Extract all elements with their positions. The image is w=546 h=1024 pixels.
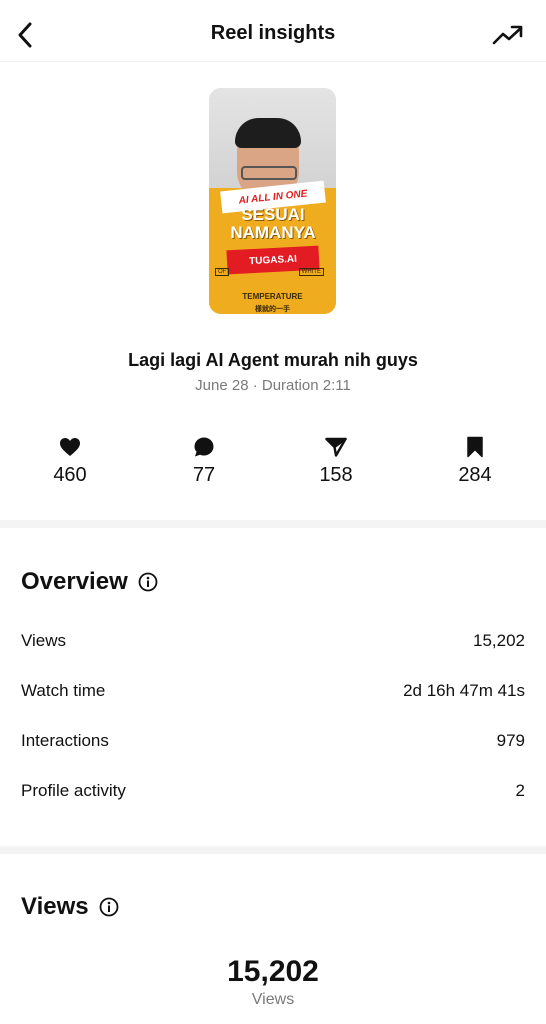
- overview-row-watch-time[interactable]: Watch time 2d 16h 47m 41s: [21, 679, 525, 703]
- thumbnail-banner-big: SESUAI NAMANYA: [230, 205, 316, 242]
- thumbnail-shirt-text-2: 樣就的一手: [255, 306, 290, 313]
- views-total: 15,202: [227, 955, 319, 988]
- shares-stat: 158: [291, 436, 381, 487]
- send-icon: [325, 437, 347, 457]
- thumbnail-shirt-right: WHITE: [298, 268, 324, 276]
- row-value: 15,202: [473, 631, 525, 650]
- overview-row-views[interactable]: Views 15,202: [21, 629, 525, 653]
- bookmark-icon: [467, 436, 483, 458]
- page-title: Reel insights: [210, 22, 336, 44]
- thumbnail-glasses: [241, 166, 297, 180]
- shares-count: 158: [319, 464, 353, 486]
- info-icon[interactable]: [99, 897, 119, 917]
- heart-icon: [60, 438, 80, 456]
- comments-count: 77: [192, 464, 216, 486]
- reel-meta: June 28 · Duration 2:11: [195, 377, 351, 394]
- row-label: Profile activity: [21, 781, 126, 800]
- thumbnail-hair: [235, 118, 301, 148]
- trend-button[interactable]: [490, 20, 526, 50]
- views-title: Views: [21, 893, 89, 920]
- views-total-label: Views: [251, 991, 295, 1008]
- section-divider: [0, 520, 546, 528]
- info-icon[interactable]: [138, 572, 158, 592]
- trending-up-icon: [492, 25, 523, 45]
- row-value: 2d 16h 47m 41s: [403, 681, 525, 700]
- row-value: 979: [496, 731, 525, 750]
- top-bar: Reel insights: [0, 0, 546, 62]
- row-label: Views: [21, 631, 67, 650]
- likes-stat: 460: [25, 436, 115, 487]
- overview-row-interactions[interactable]: Interactions 979: [21, 729, 525, 753]
- row-label: Interactions: [21, 731, 109, 750]
- comment-icon: [194, 437, 214, 457]
- saves-count: 284: [458, 464, 492, 486]
- saves-stat: 284: [430, 436, 520, 487]
- comments-stat: 77: [159, 436, 249, 487]
- section-divider: [0, 846, 546, 854]
- thumbnail-shirt-left: OF: [215, 268, 230, 276]
- row-value: 2: [515, 781, 525, 800]
- views-heading: Views: [21, 893, 119, 921]
- overview-row-profile-activity[interactable]: Profile activity 2: [21, 779, 525, 803]
- overview-heading: Overview: [21, 568, 158, 596]
- overview-title: Overview: [21, 568, 128, 595]
- row-label: Watch time: [21, 681, 106, 700]
- reel-thumbnail[interactable]: AI ALL IN ONE SESUAI NAMANYA TUGAS.AI OF…: [209, 88, 336, 314]
- reel-title: Lagi lagi AI Agent murah nih guys: [128, 350, 418, 370]
- likes-count: 460: [53, 464, 87, 486]
- thumbnail-shirt-text: TEMPERATURE: [242, 292, 303, 301]
